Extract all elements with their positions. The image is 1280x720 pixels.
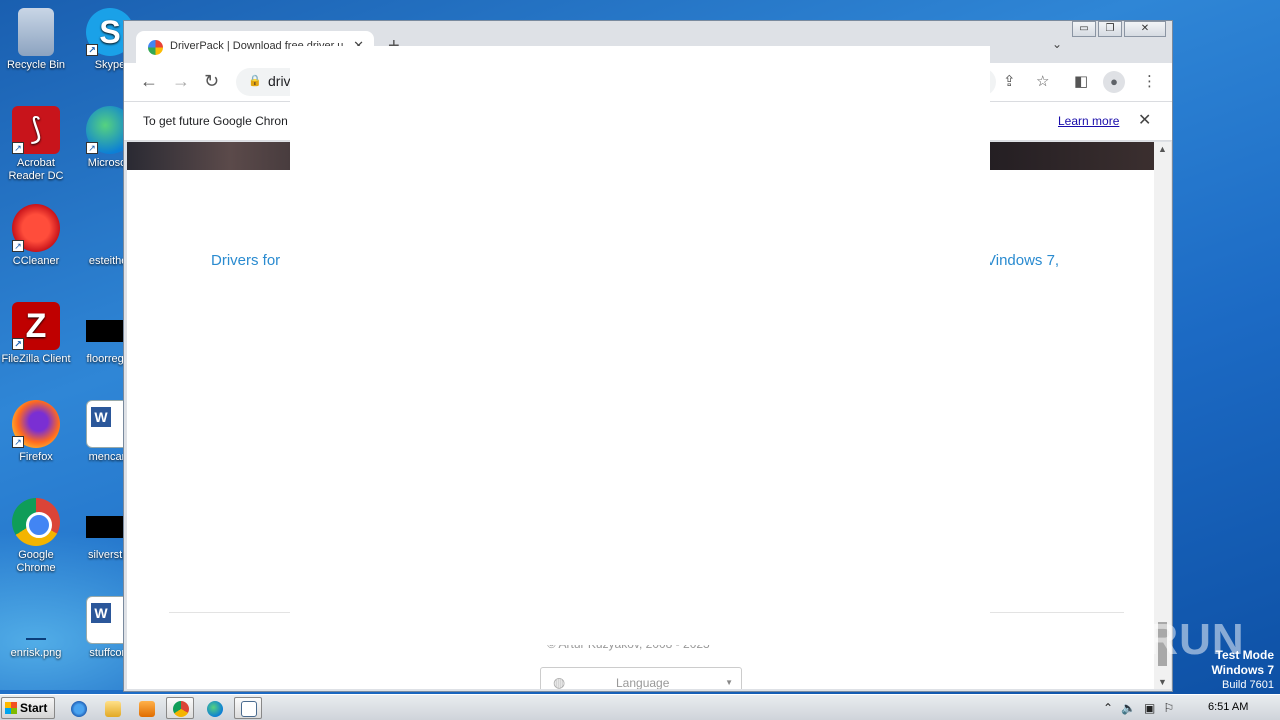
drivers-heading-right[interactable]: Vindows 7, bbox=[986, 252, 1059, 269]
start-button[interactable]: Start bbox=[1, 697, 55, 719]
desktop-icon-google-chrome[interactable]: Google Chrome bbox=[0, 498, 74, 575]
acrobat-icon: ⟆ ↗ bbox=[12, 106, 60, 154]
bookmark-star-icon[interactable]: ☆ bbox=[1036, 72, 1049, 90]
desktop-icon-recycle-bin[interactable]: Recycle Bin bbox=[0, 8, 74, 72]
shortcut-arrow-icon: ↗ bbox=[86, 44, 98, 56]
blank-popup-overlay[interactable] bbox=[290, 46, 990, 645]
desktop-icon-enrisk[interactable]: enrisk.png bbox=[0, 596, 74, 660]
window-icon bbox=[241, 701, 257, 717]
desktop-icon-label: Skype bbox=[94, 59, 126, 71]
filezilla-icon: Z ↗ bbox=[12, 302, 60, 350]
internet-explorer-icon bbox=[71, 701, 87, 717]
chevron-down-icon: ▼ bbox=[725, 678, 733, 687]
clock[interactable]: 6:51 AM bbox=[1208, 701, 1248, 713]
reload-button[interactable]: ↻ bbox=[204, 71, 219, 92]
png-file-icon bbox=[12, 596, 60, 644]
desktop-icon-filezilla[interactable]: Z ↗ FileZilla Client bbox=[0, 302, 74, 366]
volume-icon[interactable]: 🔈 bbox=[1121, 701, 1136, 715]
recycle-bin-icon bbox=[18, 8, 54, 56]
taskbar-internet-explorer[interactable] bbox=[64, 697, 92, 719]
info-bar-close-icon[interactable]: ✕ bbox=[1138, 110, 1151, 130]
desktop-icon-ccleaner[interactable]: ↗ CCleaner bbox=[0, 204, 74, 268]
desktop-icon-label: Google Chrome bbox=[16, 549, 56, 574]
desktop-icon-acrobat[interactable]: ⟆ ↗ Acrobat Reader DC bbox=[0, 106, 74, 183]
desktop-icon-label: Recycle Bin bbox=[6, 59, 66, 71]
shortcut-arrow-icon: ↗ bbox=[86, 142, 98, 154]
lock-icon: 🔒 bbox=[248, 75, 262, 87]
shortcut-arrow-icon: ↗ bbox=[12, 436, 24, 448]
chrome-icon bbox=[12, 498, 60, 546]
edge-icon bbox=[207, 701, 223, 717]
show-hidden-icons-arrow-icon[interactable]: ⌃ bbox=[1103, 701, 1113, 715]
desktop-icon-label: Acrobat Reader DC bbox=[8, 157, 64, 182]
desktop-icon-label: enrisk.png bbox=[10, 647, 62, 659]
language-select[interactable]: ◍ Language ▼ bbox=[540, 667, 742, 689]
network-icon[interactable]: ▣ bbox=[1144, 701, 1155, 715]
windows-version-line: Windows 7 bbox=[1211, 663, 1274, 677]
menu-kebab-icon[interactable]: ⋮ bbox=[1142, 72, 1157, 90]
scroll-down-arrow-icon[interactable]: ▼ bbox=[1158, 677, 1167, 687]
system-tray: ⌃ 🔈 ▣ ⚐ bbox=[1103, 695, 1174, 720]
taskbar: Start ⌃ 🔈 ▣ ⚐ 6:51 AM bbox=[0, 694, 1280, 720]
windows-logo-icon bbox=[5, 702, 17, 714]
media-player-icon bbox=[139, 701, 155, 717]
back-button[interactable]: ← bbox=[140, 71, 158, 92]
desktop-icon-firefox[interactable]: ↗ Firefox bbox=[0, 400, 74, 464]
chrome-icon bbox=[173, 701, 189, 717]
info-bar-message: To get future Google Chron bbox=[143, 114, 288, 128]
close-window-button[interactable]: ✕ bbox=[1124, 21, 1166, 37]
shortcut-arrow-icon: ↗ bbox=[12, 142, 24, 154]
desktop-icon-label: FileZilla Client bbox=[1, 353, 71, 365]
start-label: Start bbox=[20, 701, 48, 715]
page-scrollbar[interactable]: ▲ ▼ bbox=[1154, 142, 1171, 689]
ccleaner-icon: ↗ bbox=[12, 204, 60, 252]
window-controls: ▭ ❐ ✕ bbox=[1072, 21, 1166, 37]
build-number-line: Build 7601 bbox=[1222, 679, 1274, 691]
taskbar-window[interactable] bbox=[234, 697, 262, 719]
minimize-button[interactable]: ▭ bbox=[1072, 21, 1096, 37]
globe-icon: ◍ bbox=[553, 674, 566, 689]
scroll-up-arrow-icon[interactable]: ▲ bbox=[1158, 144, 1167, 154]
folder-icon bbox=[105, 701, 121, 717]
taskbar-media-player[interactable] bbox=[132, 697, 160, 719]
restore-button[interactable]: ❐ bbox=[1098, 21, 1122, 37]
profile-avatar-icon[interactable]: ● bbox=[1103, 71, 1125, 93]
address-text: driv bbox=[268, 73, 291, 89]
taskbar-file-explorer[interactable] bbox=[98, 697, 126, 719]
forward-button[interactable]: → bbox=[172, 71, 190, 92]
desktop-icon-label: CCleaner bbox=[12, 255, 60, 267]
shortcut-arrow-icon: ↗ bbox=[12, 338, 24, 350]
firefox-icon: ↗ bbox=[12, 400, 60, 448]
taskbar-chrome[interactable] bbox=[166, 697, 194, 719]
taskbar-edge[interactable] bbox=[200, 697, 228, 719]
driverpack-favicon-icon bbox=[148, 40, 163, 55]
desktop-icon-label: Firefox bbox=[19, 451, 53, 463]
shortcut-arrow-icon: ↗ bbox=[12, 240, 24, 252]
drivers-heading-left[interactable]: Drivers for bbox=[211, 252, 280, 269]
action-center-flag-icon[interactable]: ⚐ bbox=[1163, 701, 1174, 715]
share-icon[interactable]: ⇪ bbox=[1003, 72, 1016, 90]
side-panel-icon[interactable]: ◧ bbox=[1074, 72, 1088, 90]
test-mode-notice: Test Mode Windows 7 Build 7601 bbox=[1211, 648, 1274, 693]
language-label: Language bbox=[616, 676, 670, 689]
learn-more-link[interactable]: Learn more bbox=[1058, 114, 1119, 128]
tab-search-chevron-icon[interactable]: ⌄ bbox=[1052, 37, 1062, 51]
test-mode-line: Test Mode bbox=[1215, 648, 1274, 662]
